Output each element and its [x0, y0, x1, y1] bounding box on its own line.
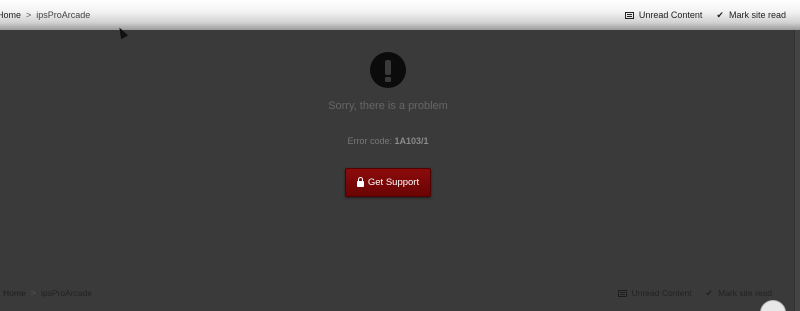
- bottom-navigation-bar: Home > ipsProArcade Unread Content ✔ Mar…: [0, 286, 790, 300]
- top-navigation-bar: Home > ipsProArcade Unread Content ✔ Mar…: [0, 0, 800, 30]
- page-scrollbar[interactable]: [794, 30, 800, 311]
- unread-content-link[interactable]: Unread Content: [624, 10, 703, 20]
- error-code-label: Error code:: [347, 136, 392, 146]
- footer-unread-content-label: Unread Content: [631, 288, 692, 298]
- activity-feed-icon: [617, 289, 627, 297]
- lock-icon: [356, 177, 364, 187]
- breadcrumb: Home > ipsProArcade: [0, 10, 90, 20]
- breadcrumb-current-link[interactable]: ipsProArcade: [36, 10, 90, 20]
- unread-content-label: Unread Content: [638, 10, 703, 20]
- footer-mark-site-read-label: Mark site read: [718, 288, 772, 298]
- checkmark-icon: ✔: [716, 9, 724, 20]
- header-actions: Unread Content ✔ Mark site read: [611, 10, 786, 21]
- checkmark-icon: ✔: [705, 287, 714, 298]
- error-code-value: 1A103/1: [394, 136, 429, 146]
- footer-breadcrumb-separator-icon: >: [30, 288, 36, 298]
- footer-unread-content-link[interactable]: Unread Content: [617, 288, 692, 298]
- get-support-label: Get Support: [367, 177, 420, 188]
- error-message: Sorry, there is a problem: [328, 100, 448, 112]
- mark-site-read-label: Mark site read: [728, 10, 786, 20]
- get-support-button[interactable]: Get Support: [345, 168, 431, 197]
- footer-breadcrumb: Home > ipsProArcade: [3, 288, 92, 298]
- footer-mark-site-read-link[interactable]: ✔ Mark site read: [706, 288, 772, 299]
- footer-actions: Unread Content ✔ Mark site read: [604, 288, 772, 299]
- error-code: Error code: 1A103/1: [0, 136, 776, 146]
- breadcrumb-separator-icon: >: [26, 10, 32, 20]
- footer-breadcrumb-current-link[interactable]: ipsProArcade: [41, 288, 92, 298]
- breadcrumb-home-link[interactable]: Home: [0, 10, 21, 20]
- mark-site-read-link[interactable]: ✔ Mark site read: [716, 10, 786, 21]
- activity-feed-icon: [624, 11, 634, 19]
- exclamation-circle-icon: [370, 52, 406, 88]
- footer-breadcrumb-home-link[interactable]: Home: [3, 288, 26, 298]
